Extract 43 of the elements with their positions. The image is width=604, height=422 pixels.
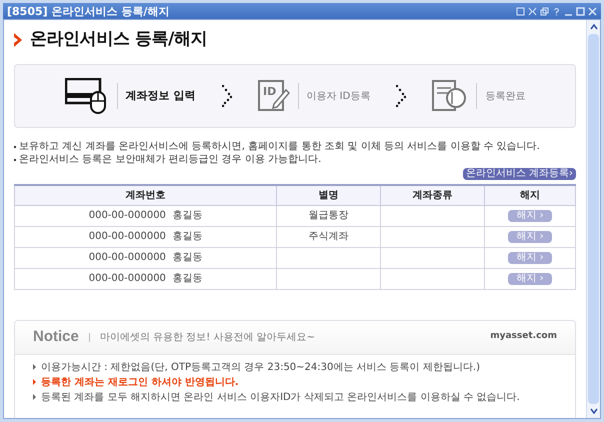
window-control-icon[interactable] [528, 6, 537, 16]
bullet-icon [33, 364, 36, 370]
document-icon [432, 80, 468, 112]
info-text: 온라인서비스 등록은 보안매체가 편리등급인 경우 이용 가능합니다. [19, 153, 322, 166]
scrollbar[interactable] [586, 20, 600, 418]
cancel-button[interactable]: 해지 › [508, 252, 552, 264]
column-header: 계좌종류 [380, 185, 484, 205]
column-header: 해지 [484, 185, 576, 205]
step-label: 이용자 ID등록 [306, 90, 370, 104]
column-header: 계좌번호 [14, 185, 276, 205]
restore-icon[interactable] [540, 6, 549, 16]
bullet-icon [33, 394, 36, 400]
dotted-chevron-icon [222, 85, 232, 107]
bullet-icon [33, 379, 36, 385]
maximize-icon[interactable] [576, 6, 585, 16]
help-icon[interactable] [552, 6, 561, 16]
table-cell: 000-00-000000 홍길동 [14, 226, 276, 247]
register-account-button[interactable]: 온라인서비스 계좌등록› [462, 168, 576, 180]
page-heading: 온라인서비스 등록/해지 [30, 28, 208, 52]
info-text: 보유하고 계신 계좌를 온라인서비스에 등록하시면, 홈페이지를 통한 조회 및 이체 등의 서비스를 이용할 수 있습니다. [19, 140, 540, 153]
table-cell: 000-00-000000 홍길동 [14, 247, 276, 268]
card-mouse-icon [64, 78, 109, 114]
brand-text: myasset.com [490, 330, 557, 344]
step-label: 계좌정보 입력 [126, 88, 196, 104]
step-label: 등록완료 [485, 90, 526, 104]
table-cell: 주식계좌 [276, 226, 380, 247]
notice-item: 등록한 계좌는 재로그인 하셔야 반영됩니다. [41, 376, 239, 388]
cancel-button[interactable]: 해지 › [508, 210, 552, 222]
table-cell: 000-00-000000 홍길동 [14, 268, 276, 289]
notice-title: Notice [33, 326, 79, 347]
cancel-button[interactable]: 해지 › [508, 231, 552, 243]
chevron-icon [14, 33, 22, 47]
cancel-button[interactable]: 해지 › [508, 273, 552, 285]
notice-subtitle: 마이에셋의 유용한 정보! 사용전에 알아두세요~ [100, 330, 316, 344]
table-cell: 월급통장 [276, 205, 380, 226]
close-icon[interactable] [588, 6, 597, 16]
window-title: [8505] 온라인서비스 등록/해지 [7, 6, 170, 16]
window-control-icon[interactable] [516, 6, 525, 16]
column-header: 별명 [276, 185, 380, 205]
dotted-chevron-icon [396, 85, 406, 107]
notice-item: 등록된 계좌를 모두 해지하시면 온라인 서비스 이용자ID가 삭제되고 온라인서비스를 이용하실 수 없습니다. [41, 390, 520, 404]
table-cell: 000-00-000000 홍길동 [14, 205, 276, 226]
notice-item: 이용가능시간 : 제한없음(단, OTP등록고객의 경우 23:50~24:30에는 서비스 등록이 제한됩니다.) [41, 360, 480, 374]
